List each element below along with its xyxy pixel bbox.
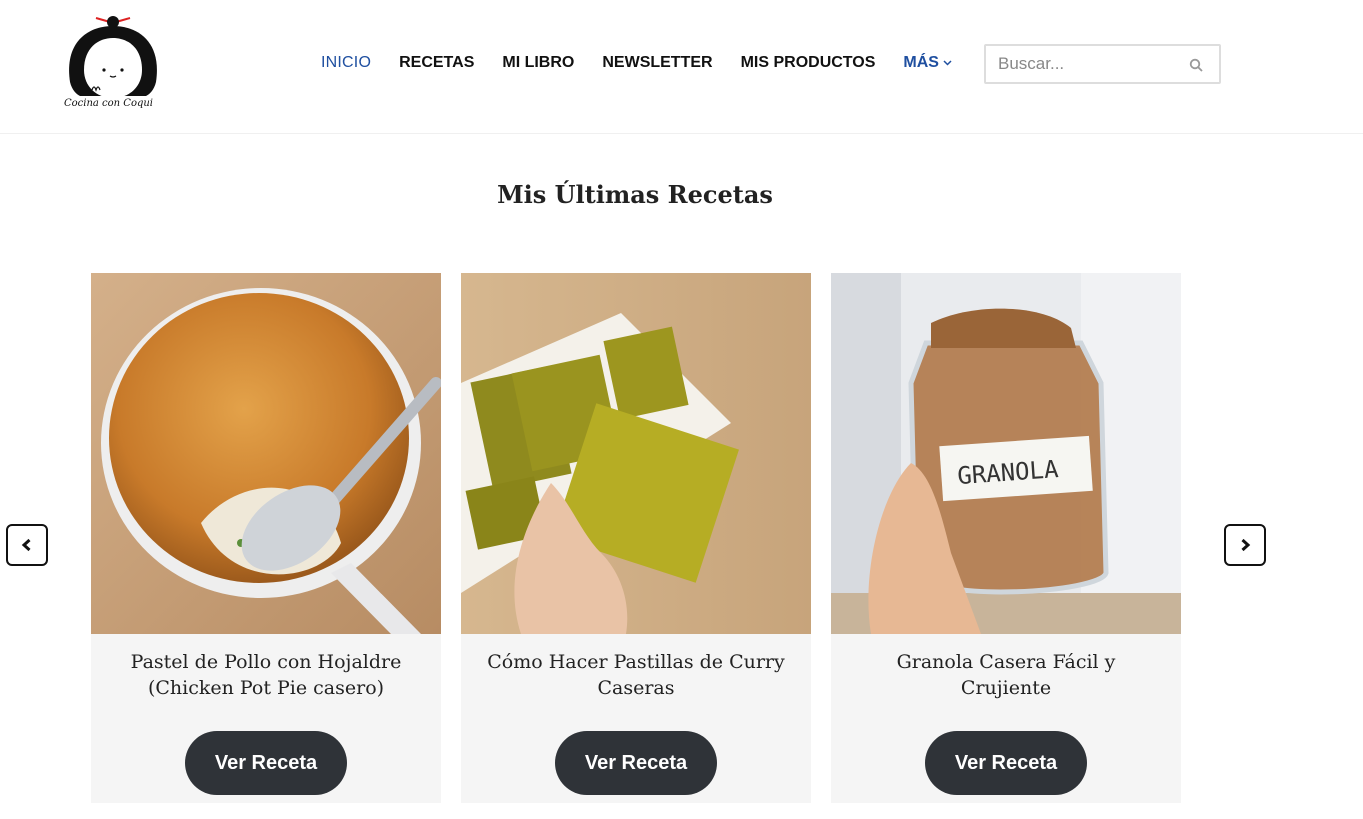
- ver-receta-button[interactable]: Ver Receta: [185, 731, 347, 795]
- nav-item-recetas[interactable]: RECETAS: [399, 54, 474, 72]
- search-input[interactable]: [986, 46, 1176, 82]
- recipe-card: Pastel de Pollo con Hojaldre (Chicken Po…: [91, 273, 441, 803]
- recipe-card-title[interactable]: Pastel de Pollo con Hojaldre (Chicken Po…: [111, 649, 421, 701]
- nav-item-inicio[interactable]: INICIO: [321, 54, 371, 72]
- chicken-pot-pie-image[interactable]: [91, 273, 441, 634]
- chevron-down-icon: [943, 60, 952, 66]
- search-box: [984, 44, 1221, 84]
- search-icon[interactable]: [1189, 58, 1203, 72]
- nav-item-newsletter[interactable]: NEWSLETTER: [602, 54, 712, 72]
- ver-receta-button[interactable]: Ver Receta: [555, 731, 717, 795]
- logo-text: Cocina con Coqui: [64, 98, 154, 109]
- logo-face-icon: [69, 16, 157, 98]
- granola-jar-image[interactable]: GRANOLA: [831, 273, 1181, 634]
- site-logo[interactable]: Cocina con Coqui: [58, 12, 168, 117]
- ver-receta-button[interactable]: Ver Receta: [925, 731, 1087, 795]
- main-nav: INICIO RECETAS MI LIBRO NEWSLETTER MIS P…: [321, 54, 952, 72]
- recipe-card-title[interactable]: Granola Casera Fácil y Crujiente: [851, 649, 1161, 701]
- chevron-left-icon: [21, 538, 31, 552]
- chevron-right-icon: [1241, 538, 1251, 552]
- carousel-prev-button[interactable]: [6, 524, 48, 566]
- recipe-card: Cómo Hacer Pastillas de Curry Caseras Ve…: [461, 273, 811, 803]
- nav-item-mas-label: MÁS: [903, 54, 939, 71]
- carousel-next-button[interactable]: [1224, 524, 1266, 566]
- nav-item-mas[interactable]: MÁS: [903, 54, 952, 72]
- recipe-card: GRANOLA Granola Casera Fácil y Crujiente…: [831, 273, 1181, 803]
- section-title: Mis Últimas Recetas: [497, 180, 773, 209]
- recipe-card-title[interactable]: Cómo Hacer Pastillas de Curry Caseras: [481, 649, 791, 701]
- curry-blocks-image[interactable]: [461, 273, 811, 634]
- nav-item-mi-libro[interactable]: MI LIBRO: [502, 54, 574, 72]
- site-header: Cocina con Coqui INICIO RECETAS MI LIBRO…: [0, 0, 1363, 134]
- nav-item-mis-productos[interactable]: MIS PRODUCTOS: [741, 54, 876, 72]
